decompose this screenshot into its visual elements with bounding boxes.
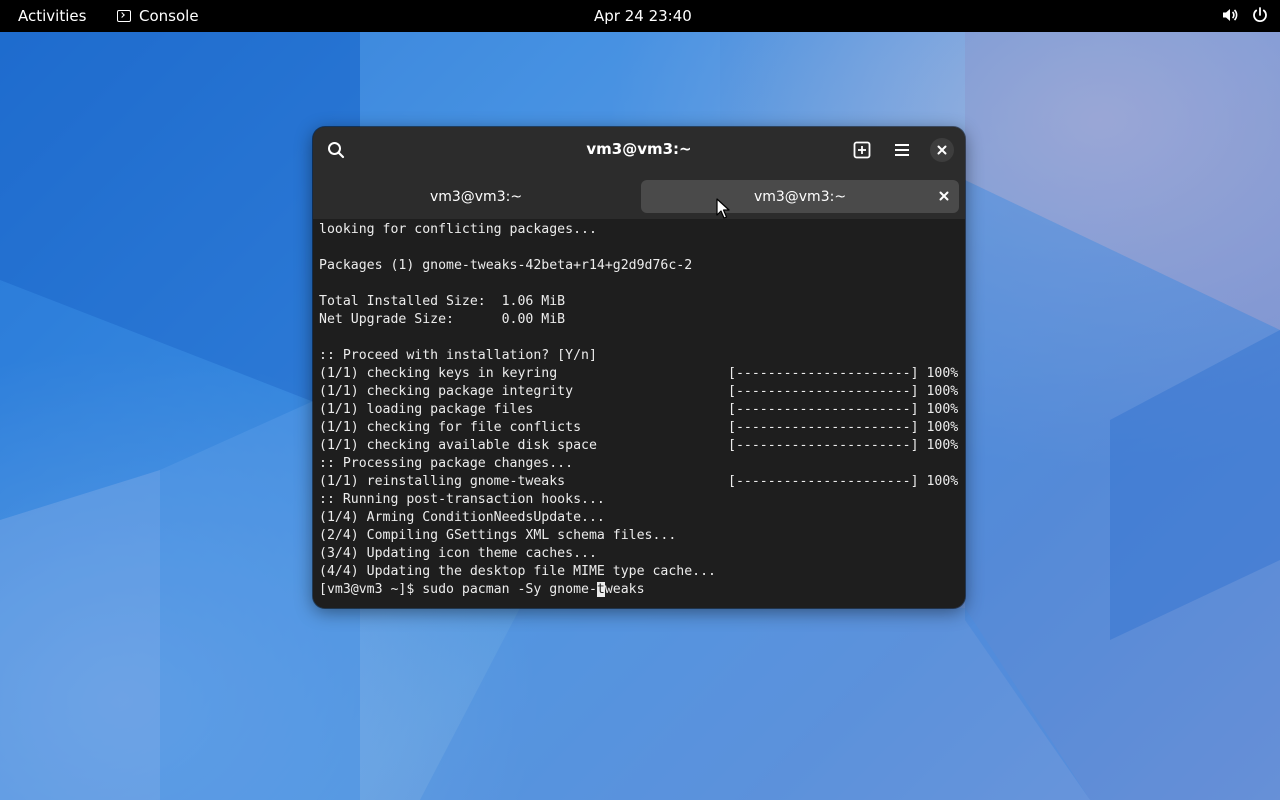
terminal-line: (4/4) Updating the desktop file MIME typ… xyxy=(319,564,716,579)
tab-label: vm3@vm3:~ xyxy=(429,188,523,205)
terminal-output: looking for conflicting packages... Pack… xyxy=(319,221,959,599)
terminal-line: Packages (1) gnome-tweaks-42beta+r14+g2d… xyxy=(319,258,693,273)
progress-bar-text: [----------------------] 100% xyxy=(728,384,959,399)
window-headerbar: vm3@vm3:~ vm3@vm3:~ vm3@vm3:~ xyxy=(313,127,965,219)
app-name-label: Console xyxy=(139,7,199,25)
terminal-line: (1/1) checking for file conflicts [------… xyxy=(319,420,959,435)
clock-button[interactable]: Apr 24 23:40 xyxy=(594,7,692,25)
tab-2-active[interactable]: vm3@vm3:~ xyxy=(641,180,959,213)
console-window: vm3@vm3:~ vm3@vm3:~ vm3@vm3:~ looking fo… xyxy=(313,127,965,608)
activities-button[interactable]: Activities xyxy=(18,7,86,25)
progress-bar-text: [----------------------] 100% xyxy=(728,420,959,435)
progress-bar-text: [----------------------] 100% xyxy=(728,402,959,417)
terminal-line: :: Running post-transaction hooks... xyxy=(319,492,605,507)
terminal-line: (3/4) Updating icon theme caches... xyxy=(319,546,597,561)
terminal-prompt-line[interactable]: [vm3@vm3 ~]$ sudo pacman -Sy gnome-tweak… xyxy=(319,581,959,599)
tab-label: vm3@vm3:~ xyxy=(753,188,847,205)
new-tab-icon xyxy=(853,141,871,159)
mouse-pointer-icon xyxy=(716,198,730,219)
main-menu-button[interactable] xyxy=(889,137,915,163)
speaker-icon[interactable] xyxy=(1220,5,1240,25)
terminal-line: (2/4) Compiling GSettings XML schema fil… xyxy=(319,528,677,543)
terminal-area[interactable]: looking for conflicting packages... Pack… xyxy=(313,219,965,608)
progress-bar-text: [----------------------] 100% xyxy=(728,474,959,489)
power-icon[interactable] xyxy=(1250,5,1270,25)
close-icon xyxy=(939,191,949,201)
terminal-line: :: Processing package changes... xyxy=(319,456,574,471)
text-cursor: t xyxy=(596,582,605,597)
system-tray[interactable] xyxy=(1220,5,1270,25)
prompt-text: [vm3@vm3 ~]$ sudo pacman -Sy gnome- xyxy=(319,582,597,597)
prompt-text-rest: weaks xyxy=(604,582,645,597)
new-tab-button[interactable] xyxy=(849,137,875,163)
terminal-line: Total Installed Size: 1.06 MiB xyxy=(319,294,566,309)
tab-close-button[interactable] xyxy=(937,189,951,203)
close-icon xyxy=(937,145,947,155)
terminal-line: :: Proceed with installation? [Y/n] xyxy=(319,348,597,363)
terminal-line: looking for conflicting packages... xyxy=(319,222,597,237)
menu-icon xyxy=(895,144,909,156)
app-menu-button[interactable]: Console xyxy=(117,7,199,25)
console-icon xyxy=(117,10,131,22)
terminal-line: (1/4) Arming ConditionNeedsUpdate... xyxy=(319,510,605,525)
terminal-line: (1/1) checking available disk space [----… xyxy=(319,438,959,453)
progress-bar-text: [----------------------] 100% xyxy=(728,366,959,381)
terminal-line: (1/1) loading package files [------------… xyxy=(319,402,959,417)
progress-bar-text: [----------------------] 100% xyxy=(728,438,959,453)
tab-bar: vm3@vm3:~ vm3@vm3:~ xyxy=(319,180,959,214)
terminal-line: Net Upgrade Size: 0.00 MiB xyxy=(319,312,566,327)
terminal-line: (1/1) checking package integrity [-------… xyxy=(319,384,959,399)
top-bar: Activities Console Apr 24 23:40 xyxy=(0,0,1280,32)
tab-1[interactable]: vm3@vm3:~ xyxy=(319,180,633,213)
terminal-line: (1/1) checking keys in keyring [---------… xyxy=(319,366,959,381)
terminal-line: (1/1) reinstalling gnome-tweaks [--------… xyxy=(319,474,959,489)
window-close-button[interactable] xyxy=(930,138,954,162)
